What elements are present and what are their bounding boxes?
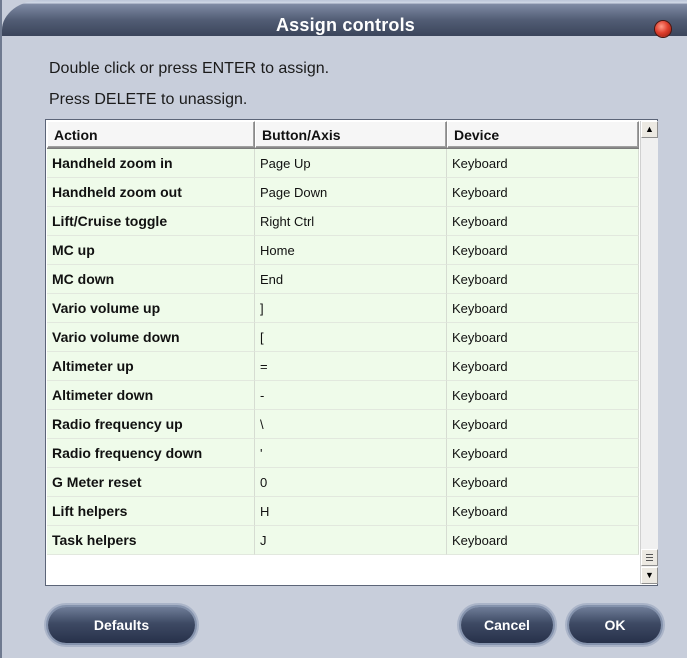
cell-device: Keyboard bbox=[447, 410, 639, 439]
scrollbar-thumb[interactable] bbox=[641, 549, 658, 566]
table-row[interactable]: Vario volume up] Keyboard bbox=[47, 294, 639, 323]
cell-button-axis: = bbox=[255, 352, 447, 381]
cell-button-axis: - bbox=[255, 381, 447, 410]
cell-action: G Meter reset bbox=[47, 468, 255, 497]
table-row[interactable]: Handheld zoom out Page Down Keyboard bbox=[47, 178, 639, 207]
dialog-title: Assign controls bbox=[275, 15, 416, 35]
cell-device: Keyboard bbox=[447, 207, 639, 236]
cell-button-axis: Page Up bbox=[255, 149, 447, 178]
cell-button-axis: Page Down bbox=[255, 178, 447, 207]
cell-action: Vario volume up bbox=[47, 294, 255, 323]
cell-button-axis: Right Ctrl bbox=[255, 207, 447, 236]
instruction-unassign: Press DELETE to unassign. bbox=[49, 91, 248, 108]
defaults-button[interactable]: Defaults bbox=[48, 607, 195, 643]
controls-table: Action Button/Axis Device Handheld zoom … bbox=[45, 119, 658, 586]
table-row[interactable]: MC up Home Keyboard bbox=[47, 236, 639, 265]
table-row[interactable]: Task helpers J Keyboard bbox=[47, 526, 639, 555]
cell-device: Keyboard bbox=[447, 497, 639, 526]
vertical-scrollbar[interactable]: ▲ ▼ bbox=[640, 121, 658, 584]
table-row[interactable]: Lift helpers H Keyboard bbox=[47, 497, 639, 526]
cell-button-axis: ] bbox=[255, 294, 447, 323]
arrow-up-icon[interactable]: ▲ bbox=[641, 121, 658, 138]
cell-action: Radio frequency up bbox=[47, 410, 255, 439]
cell-button-axis: Home bbox=[255, 236, 447, 265]
cell-button-axis: H bbox=[255, 497, 447, 526]
cell-action: Lift helpers bbox=[47, 497, 255, 526]
table-row[interactable]: Altimeter down - Keyboard bbox=[47, 381, 639, 410]
cell-action: Altimeter down bbox=[47, 381, 255, 410]
cell-button-axis: 0 bbox=[255, 468, 447, 497]
cell-device: Keyboard bbox=[447, 352, 639, 381]
cell-action: Altimeter up bbox=[47, 352, 255, 381]
table-row[interactable]: G Meter reset 0 Keyboard bbox=[47, 468, 639, 497]
ok-button[interactable]: OK bbox=[569, 607, 661, 643]
cell-action: Radio frequency down bbox=[47, 439, 255, 468]
cell-device: Keyboard bbox=[447, 178, 639, 207]
cell-device: Keyboard bbox=[447, 323, 639, 352]
assign-controls-dialog: Assign controls Double click or press EN… bbox=[0, 0, 687, 658]
cell-device: Keyboard bbox=[447, 265, 639, 294]
table-row[interactable]: Radio frequency up \ Keyboard bbox=[47, 410, 639, 439]
cell-action: Handheld zoom in bbox=[47, 149, 255, 178]
cell-device: Keyboard bbox=[447, 294, 639, 323]
column-header-device[interactable]: Device bbox=[447, 121, 639, 148]
title-bar[interactable]: Assign controls bbox=[2, 0, 687, 37]
cell-button-axis: \ bbox=[255, 410, 447, 439]
cell-button-axis: J bbox=[255, 526, 447, 555]
table-row[interactable]: Radio frequency down ' Keyboard bbox=[47, 439, 639, 468]
cell-action: Task helpers bbox=[47, 526, 255, 555]
instruction-assign: Double click or press ENTER to assign. bbox=[49, 60, 330, 77]
cell-device: Keyboard bbox=[447, 236, 639, 265]
cell-button-axis: [ bbox=[255, 323, 447, 352]
table-row[interactable]: Lift/Cruise toggle Right Ctrl Keyboard bbox=[47, 207, 639, 236]
cell-action: Vario volume down bbox=[47, 323, 255, 352]
arrow-down-icon[interactable]: ▼ bbox=[641, 567, 658, 584]
cancel-button[interactable]: Cancel bbox=[461, 607, 553, 643]
cell-device: Keyboard bbox=[447, 526, 639, 555]
cell-device: Keyboard bbox=[447, 381, 639, 410]
column-header-button-axis[interactable]: Button/Axis bbox=[255, 121, 447, 148]
table-row[interactable]: Altimeter up = Keyboard bbox=[47, 352, 639, 381]
cell-button-axis: ' bbox=[255, 439, 447, 468]
cell-device: Keyboard bbox=[447, 149, 639, 178]
table-row[interactable]: Vario volume down[Keyboard bbox=[47, 323, 639, 352]
table-row[interactable]: Handheld zoom in Page Up Keyboard bbox=[47, 149, 639, 178]
cell-action: MC down bbox=[47, 265, 255, 294]
table-header: Action Button/Axis Device bbox=[47, 121, 639, 149]
cell-action: Handheld zoom out bbox=[47, 178, 255, 207]
cell-action: Lift/Cruise toggle bbox=[47, 207, 255, 236]
cell-device: Keyboard bbox=[447, 468, 639, 497]
close-icon[interactable] bbox=[655, 21, 671, 37]
column-header-action[interactable]: Action bbox=[47, 121, 255, 148]
table-row[interactable]: MC down End Keyboard bbox=[47, 265, 639, 294]
cell-action: MC up bbox=[47, 236, 255, 265]
cell-button-axis: End bbox=[255, 265, 447, 294]
cell-device: Keyboard bbox=[447, 439, 639, 468]
